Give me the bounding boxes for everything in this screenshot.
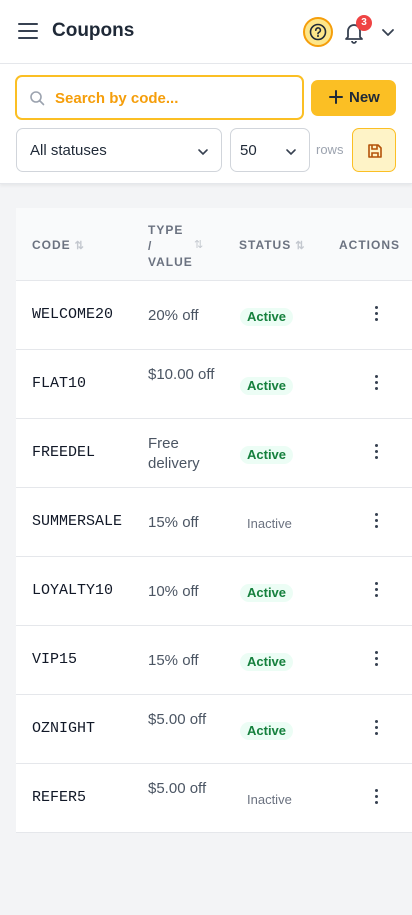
plus-icon: [329, 90, 343, 104]
table-row[interactable]: FREEDEL Free delivery Active: [16, 419, 412, 488]
status-badge: Active: [240, 584, 294, 602]
chevron-down-icon[interactable]: [380, 24, 396, 40]
new-coupon-button[interactable]: New: [311, 80, 396, 116]
notifications-button[interactable]: 3: [342, 15, 372, 46]
rows-label: rows: [316, 142, 344, 157]
coupon-code: FREEDEL: [32, 444, 96, 461]
kebab-icon[interactable]: [370, 651, 382, 671]
kebab-icon[interactable]: [370, 306, 382, 326]
rows-per-page-select[interactable]: 50: [230, 128, 310, 172]
status-badge: Inactive: [247, 792, 292, 807]
app-header: Coupons 3: [0, 0, 412, 64]
coupon-code: WELCOME20: [32, 306, 114, 323]
kebab-icon[interactable]: [370, 375, 382, 395]
table-row[interactable]: FLAT10 $10.00 off Active: [16, 350, 412, 419]
coupon-code: FLAT10: [32, 375, 87, 392]
coupon-code: LOYALTY10: [32, 582, 114, 599]
header-status[interactable]: STATUS ⇅: [239, 238, 305, 252]
coupon-value: 10% off: [148, 583, 199, 600]
status-badge: Active: [240, 722, 294, 740]
save-icon: [368, 144, 382, 158]
coupon-code: OZNIGHT: [32, 720, 96, 737]
page-title: Coupons: [52, 20, 135, 41]
header-code[interactable]: CODE ⇅: [32, 238, 85, 252]
chevron-down-icon: [198, 149, 208, 156]
kebab-icon[interactable]: [370, 789, 382, 809]
kebab-icon[interactable]: [370, 444, 382, 464]
coupon-value: $5.00 off: [148, 711, 207, 728]
toolbar: New All statuses 50 rows: [0, 64, 412, 184]
sort-icon: ⇅: [295, 240, 306, 252]
notification-badge: 3: [356, 15, 372, 31]
coupon-value: 20% off: [148, 307, 199, 324]
status-badge: Active: [240, 653, 294, 671]
rows-per-page-value: 50: [240, 142, 257, 159]
status-badge: Active: [240, 308, 294, 326]
search-icon: [30, 91, 45, 106]
new-button-label: New: [349, 89, 380, 106]
coupon-value: $5.00 off: [148, 780, 207, 797]
search-input[interactable]: [55, 86, 295, 110]
table-row[interactable]: WELCOME20 20% off Active: [16, 281, 412, 350]
save-view-button[interactable]: [352, 128, 396, 172]
kebab-icon[interactable]: [370, 720, 382, 740]
table-row[interactable]: SUMMERSALE 15% off Inactive: [16, 488, 412, 557]
table-row[interactable]: REFER5 $5.00 off Inactive: [16, 764, 412, 833]
table-row[interactable]: OZNIGHT $5.00 off Active: [16, 695, 412, 764]
chevron-down-icon: [286, 149, 296, 156]
help-icon[interactable]: [303, 17, 333, 47]
coupon-value: Free delivery: [148, 435, 200, 472]
status-badge: Active: [240, 446, 294, 464]
coupon-value: 15% off: [148, 514, 199, 531]
coupons-table: CODE ⇅ TYPE / VALUE ⇅ STATUS ⇅ ACTIONS WEL…: [16, 208, 412, 833]
status-filter-value: All statuses: [30, 142, 107, 159]
header-type-value[interactable]: TYPE / VALUE: [148, 222, 193, 270]
table-header: CODE ⇅ TYPE / VALUE ⇅ STATUS ⇅ ACTIONS: [16, 208, 412, 281]
table-row[interactable]: VIP15 15% off Active: [16, 626, 412, 695]
coupon-value: 15% off: [148, 652, 199, 669]
coupon-code: REFER5: [32, 789, 87, 806]
status-badge: Active: [240, 377, 294, 395]
sort-icon: ⇅: [194, 239, 204, 251]
kebab-icon[interactable]: [370, 582, 382, 602]
coupon-code: VIP15: [32, 651, 78, 668]
sort-icon: ⇅: [74, 240, 85, 252]
header-actions: ACTIONS: [339, 238, 400, 252]
status-badge: Inactive: [247, 516, 292, 531]
menu-icon[interactable]: [18, 23, 38, 41]
coupon-value: $10.00 off: [148, 366, 215, 383]
coupon-code: SUMMERSALE: [32, 513, 123, 530]
status-filter-select[interactable]: All statuses: [16, 128, 222, 172]
table-row[interactable]: LOYALTY10 10% off Active: [16, 557, 412, 626]
search-box: [15, 75, 304, 120]
kebab-icon[interactable]: [370, 513, 382, 533]
